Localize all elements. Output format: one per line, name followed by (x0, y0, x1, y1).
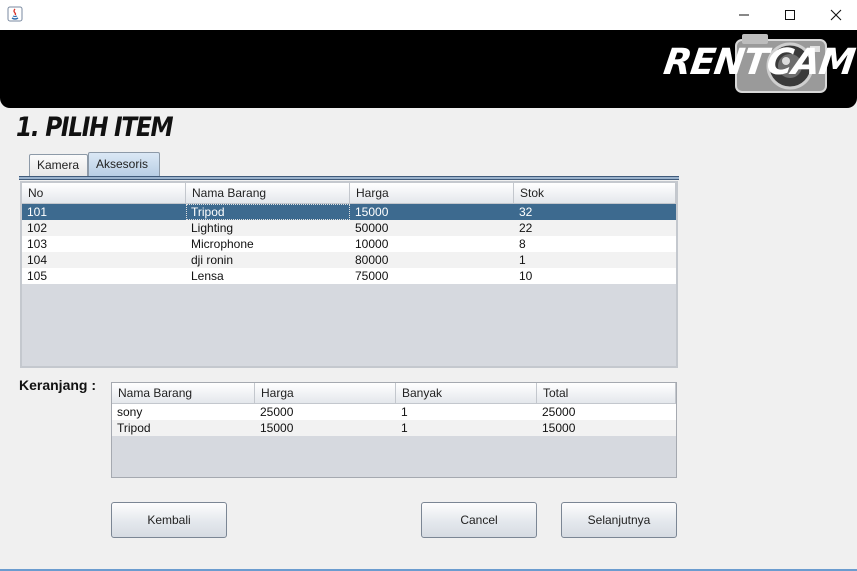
cell-harga: 50000 (355, 221, 389, 235)
table-row[interactable]: sony 25000 1 25000 (112, 404, 676, 420)
application-window: RENTCAM 1. PILIH ITEM Kamera Aksesoris N… (0, 0, 857, 571)
maximize-icon (785, 10, 795, 20)
minimize-button[interactable] (721, 0, 767, 30)
logo-text: RENTCAM (661, 42, 857, 83)
cell-harga: 80000 (355, 253, 389, 267)
cell-banyak: 1 (401, 421, 408, 435)
tab-kamera[interactable]: Kamera (29, 154, 88, 177)
cell-total: 15000 (542, 421, 576, 435)
back-button[interactable]: Kembali (111, 502, 227, 538)
tab-strip-border (19, 176, 679, 180)
cancel-button[interactable]: Cancel (421, 502, 537, 538)
cell-stok: 10 (519, 269, 533, 283)
rentcam-logo: RENTCAM (660, 30, 857, 98)
title-bar[interactable] (0, 0, 857, 30)
minimize-icon (739, 14, 749, 16)
cell-harga: 15000 (260, 421, 294, 435)
cell-no: 102 (27, 221, 48, 235)
cell-stok: 32 (519, 205, 533, 219)
cell-nama-barang: Lensa (191, 269, 224, 283)
cart-table[interactable]: Nama Barang Harga Banyak Total sony 2500… (111, 382, 677, 478)
table-row[interactable]: 104 dji ronin 80000 1 (22, 252, 676, 268)
column-header-harga[interactable]: Harga (350, 183, 514, 203)
cell-nama-barang: Tripod (186, 204, 350, 220)
cell-harga: 25000 (260, 405, 294, 419)
cell-total: 25000 (542, 405, 576, 419)
client-area: RENTCAM 1. PILIH ITEM Kamera Aksesoris N… (0, 30, 857, 569)
cell-stok: 8 (519, 237, 526, 251)
close-icon (830, 9, 842, 21)
cell-nama-barang: dji ronin (191, 253, 234, 267)
cell-nama-barang: Microphone (191, 237, 254, 251)
items-table-header: No Nama Barang Harga Stok (22, 183, 676, 204)
table-row[interactable]: Tripod 15000 1 15000 (112, 420, 676, 436)
cell-nama-barang: sony (117, 405, 143, 419)
cell-harga: 15000 (355, 205, 389, 219)
cell-banyak: 1 (401, 405, 408, 419)
cell-nama-barang: Tripod (117, 421, 151, 435)
table-row[interactable]: 102 Lighting 50000 22 (22, 220, 676, 236)
table-row[interactable]: 101 Tripod 15000 32 (22, 204, 676, 220)
column-header-no[interactable]: No (22, 183, 186, 203)
column-header-total[interactable]: Total (537, 383, 676, 403)
page-title: 1. PILIH ITEM (16, 112, 174, 143)
cell-stok: 1 (519, 253, 526, 267)
table-row[interactable]: 103 Microphone 10000 8 (22, 236, 676, 252)
maximize-button[interactable] (767, 0, 813, 30)
cell-harga: 75000 (355, 269, 389, 283)
next-button[interactable]: Selanjutnya (561, 502, 677, 538)
java-icon (7, 6, 23, 22)
column-header-nama-barang[interactable]: Nama Barang (112, 383, 255, 403)
cell-no: 103 (27, 237, 48, 251)
cell-no: 105 (27, 269, 48, 283)
close-button[interactable] (813, 0, 857, 30)
table-row[interactable]: 105 Lensa 75000 10 (22, 268, 676, 284)
column-header-nama-barang[interactable]: Nama Barang (186, 183, 350, 203)
cell-no: 101 (27, 205, 48, 219)
tab-aksesoris[interactable]: Aksesoris (88, 152, 160, 177)
cell-harga: 10000 (355, 237, 389, 251)
cart-label: Keranjang : (19, 377, 97, 393)
cart-table-header: Nama Barang Harga Banyak Total (112, 383, 676, 404)
items-table[interactable]: No Nama Barang Harga Stok 101 Tripod 150… (20, 181, 678, 368)
cell-stok: 22 (519, 221, 533, 235)
cell-no: 104 (27, 253, 48, 267)
column-header-stok[interactable]: Stok (514, 183, 676, 203)
column-header-harga[interactable]: Harga (255, 383, 396, 403)
cell-nama-barang: Lighting (191, 221, 234, 235)
column-header-banyak[interactable]: Banyak (396, 383, 537, 403)
header-banner: RENTCAM (0, 30, 857, 108)
